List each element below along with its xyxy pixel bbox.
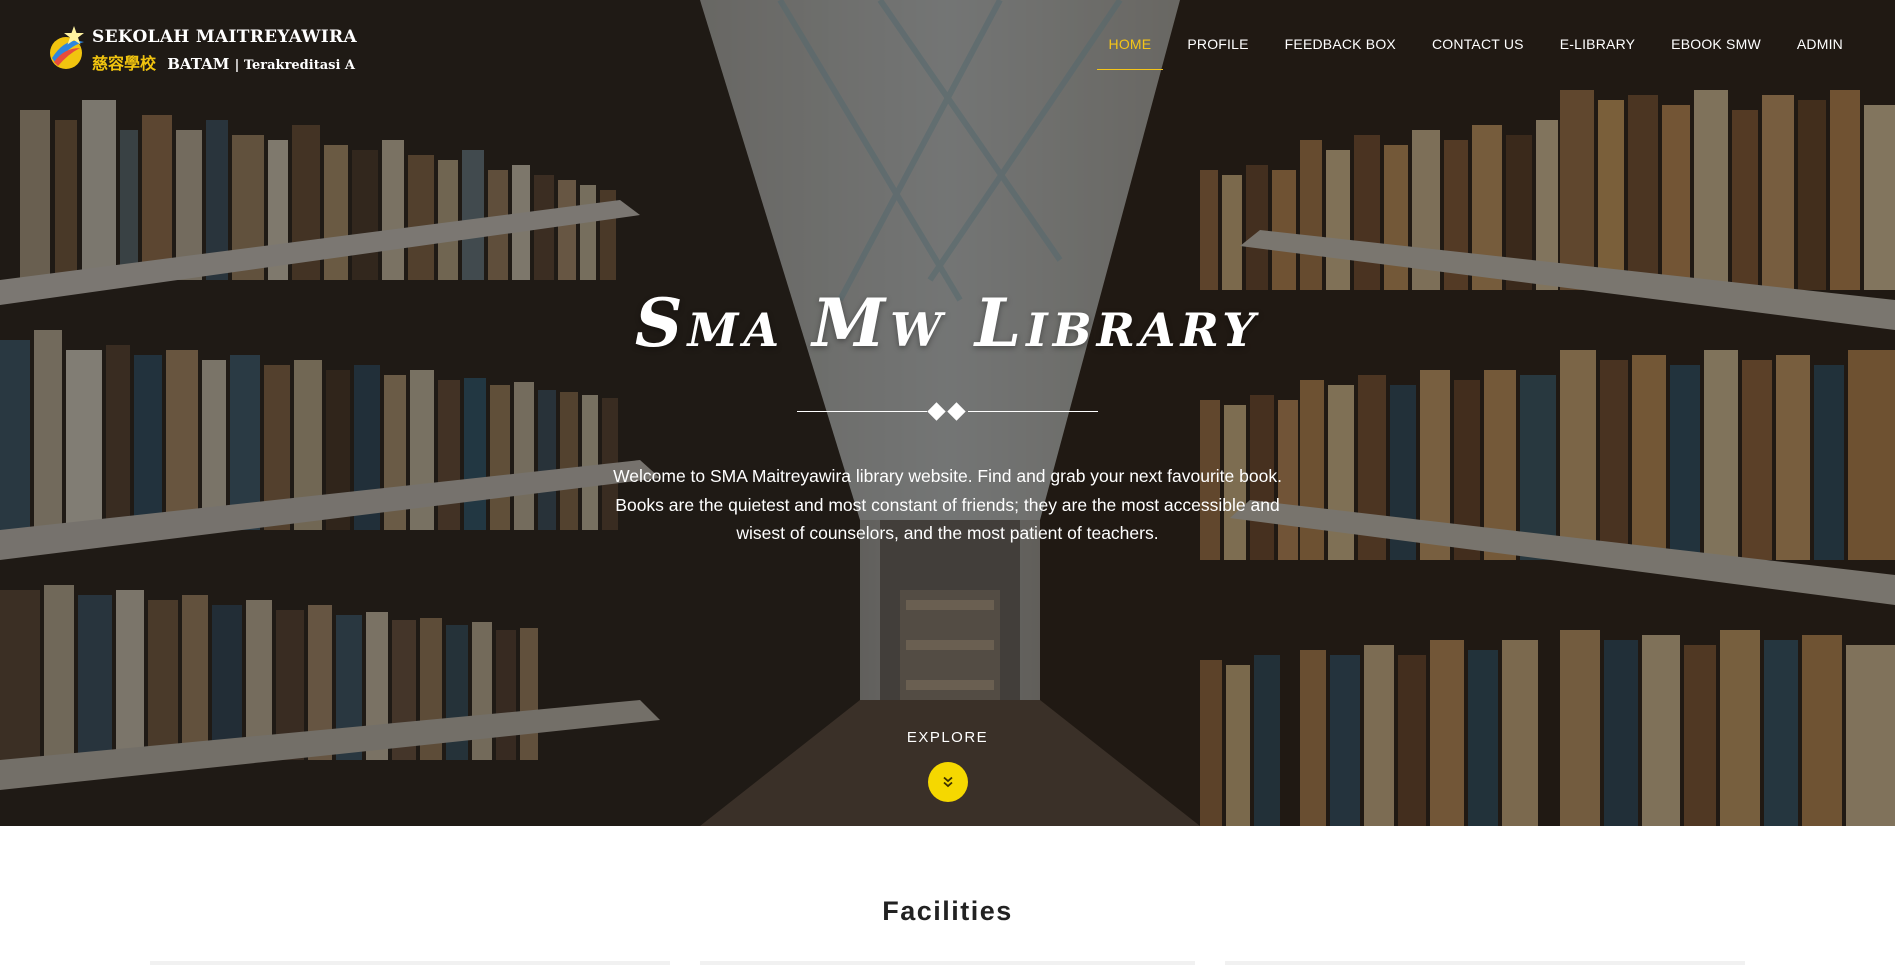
divider-line-left: [797, 411, 927, 412]
top-navbar: SEKOLAH MAITREYAWIRA 慈容學校 BATAM | Terakr…: [0, 0, 1895, 96]
brand-accreditation: | Terakreditasi A: [234, 58, 356, 73]
nav-item-ebook-smw[interactable]: EBOOK SMW: [1659, 36, 1773, 70]
facilities-heading: Facilities: [882, 896, 1013, 926]
brand-subtitle: 慈容學校 BATAM | Terakreditasi A: [92, 50, 355, 74]
nav-item-contact-us[interactable]: CONTACT US: [1420, 36, 1536, 70]
nav-item-admin[interactable]: ADMIN: [1785, 36, 1855, 70]
facility-card-edge: [150, 961, 670, 965]
nav-link-feedback-box[interactable]: FEEDBACK BOX: [1285, 36, 1396, 52]
hero-title: Sma Mw Library: [634, 284, 1261, 362]
nav-link-e-library[interactable]: E-LIBRARY: [1560, 36, 1635, 52]
nav-link-home[interactable]: HOME: [1109, 36, 1152, 52]
nav-item-home[interactable]: HOME: [1096, 36, 1164, 70]
brand-city: BATAM: [167, 55, 230, 73]
nav-link-contact-us[interactable]: CONTACT US: [1432, 36, 1524, 52]
divider-diamond-icon: [947, 402, 966, 421]
hero-section: SEKOLAH MAITREYAWIRA 慈容學校 BATAM | Terakr…: [0, 0, 1895, 826]
nav-link-admin[interactable]: ADMIN: [1797, 36, 1843, 52]
main-navigation: HOME PROFILE FEEDBACK BOX CONTACT US E-L…: [1085, 36, 1855, 70]
nav-link-profile[interactable]: PROFILE: [1187, 36, 1248, 52]
facility-card-edge: [1225, 961, 1745, 965]
nav-item-feedback-box[interactable]: FEEDBACK BOX: [1273, 36, 1408, 70]
school-logo-star-icon: [50, 26, 84, 69]
brand-chinese-name: 慈容學校: [92, 54, 157, 73]
divider-line-right: [968, 411, 1098, 412]
hero-divider: [797, 400, 1098, 424]
explore-scroll-button[interactable]: [928, 762, 968, 802]
nav-link-ebook-smw[interactable]: EBOOK SMW: [1671, 36, 1761, 52]
nav-item-profile[interactable]: PROFILE: [1175, 36, 1260, 70]
facility-card-edge: [700, 961, 1195, 965]
hero-description: Welcome to SMA Maitreyawira library webs…: [613, 466, 1282, 543]
brand-logo-link[interactable]: SEKOLAH MAITREYAWIRA 慈容學校 BATAM | Terakr…: [44, 24, 357, 76]
explore-label[interactable]: EXPLORE: [0, 729, 1895, 746]
divider-diamond-icon: [927, 402, 946, 421]
double-chevron-down-icon: [943, 776, 953, 788]
brand-school-name: SEKOLAH MAITREYAWIRA: [92, 27, 357, 47]
nav-item-e-library[interactable]: E-LIBRARY: [1548, 36, 1647, 70]
